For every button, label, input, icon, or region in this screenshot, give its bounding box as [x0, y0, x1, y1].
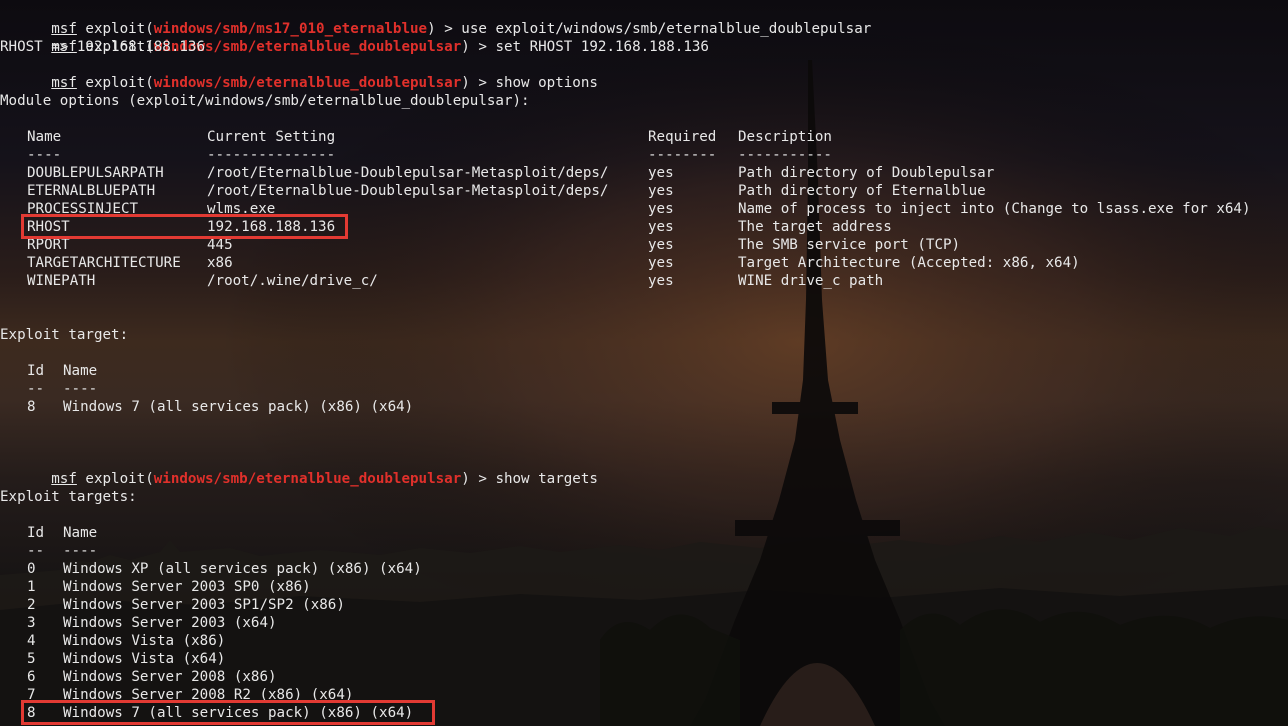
exploit-targets-header-row: Id Name	[27, 525, 98, 541]
target-row: 2 Windows Server 2003 SP1/SP2 (x86)	[27, 597, 345, 613]
exploit-target-header-row: Id Name	[27, 363, 98, 379]
exploit-target-row: 8 Windows 7 (all services pack) (x86) (x…	[27, 399, 414, 415]
terminal-output[interactable]: msf exploit(windows/smb/ms17_010_eternal…	[0, 0, 1288, 726]
header-description: Description	[738, 129, 832, 145]
command-line-use: msf exploit(windows/smb/ms17_010_eternal…	[51, 21, 872, 37]
options-underline-row: ---- --------------- -------- ----------…	[27, 147, 832, 163]
module-name: windows/smb/eternalblue_doublepulsar	[153, 75, 462, 91]
option-row-targetarchitecture: TARGETARCHITECTURE x86 yes Target Archit…	[27, 255, 1080, 271]
header-current-setting: Current Setting	[207, 129, 336, 145]
target-row: 5 Windows Vista (x64)	[27, 651, 226, 667]
target-row: 1 Windows Server 2003 SP0 (x86)	[27, 579, 311, 595]
option-row-doublepulsarpath: DOUBLEPULSARPATH /root/Eternalblue-Doubl…	[27, 165, 995, 181]
header-name: Name	[27, 129, 62, 145]
option-row-eternalbluepath: ETERNALBLUEPATH /root/Eternalblue-Double…	[27, 183, 986, 199]
command-line-set-rhost: msf exploit(windows/smb/eternalblue_doub…	[51, 39, 709, 55]
target-row: 0 Windows XP (all services pack) (x86) (…	[27, 561, 422, 577]
exploit-target-underline-row: -- ----	[27, 381, 98, 397]
command-line-show-targets: msf exploit(windows/smb/eternalblue_doub…	[51, 471, 598, 487]
command-line-show-options: msf exploit(windows/smb/eternalblue_doub…	[51, 75, 598, 91]
option-row-winepath: WINEPATH /root/.wine/drive_c/ yes WINE d…	[27, 273, 884, 289]
prompt-command-word: exploit	[85, 471, 146, 487]
command-input: show options	[495, 75, 598, 91]
command-input: set RHOST 192.168.188.136	[495, 39, 709, 55]
module-options-title: Module options (exploit/windows/smb/eter…	[0, 93, 530, 109]
target-row: 4 Windows Vista (x86)	[27, 633, 226, 649]
exploit-targets-underline-row: -- ----	[27, 543, 98, 559]
msf-prompt: msf	[51, 75, 77, 91]
options-header-row: Name Current Setting Required Descriptio…	[0, 128, 832, 146]
target-8-highlight-box	[21, 700, 435, 725]
exploit-targets-title: Exploit targets:	[0, 489, 137, 505]
target-row: 3 Windows Server 2003 (x64)	[27, 615, 277, 631]
desktop-screen: msf exploit(windows/smb/ms17_010_eternal…	[0, 0, 1288, 726]
exploit-target-title: Exploit target:	[0, 327, 129, 343]
header-required: Required	[648, 129, 717, 145]
set-result-line: RHOST => 192.168.188.136	[0, 39, 205, 55]
target-row: 6 Windows Server 2008 (x86)	[27, 669, 277, 685]
rhost-highlight-box	[21, 214, 348, 239]
msf-prompt: msf	[51, 471, 77, 487]
module-name: windows/smb/eternalblue_doublepulsar	[153, 471, 462, 487]
prompt-command-word: exploit	[85, 75, 146, 91]
command-input: show targets	[495, 471, 598, 487]
